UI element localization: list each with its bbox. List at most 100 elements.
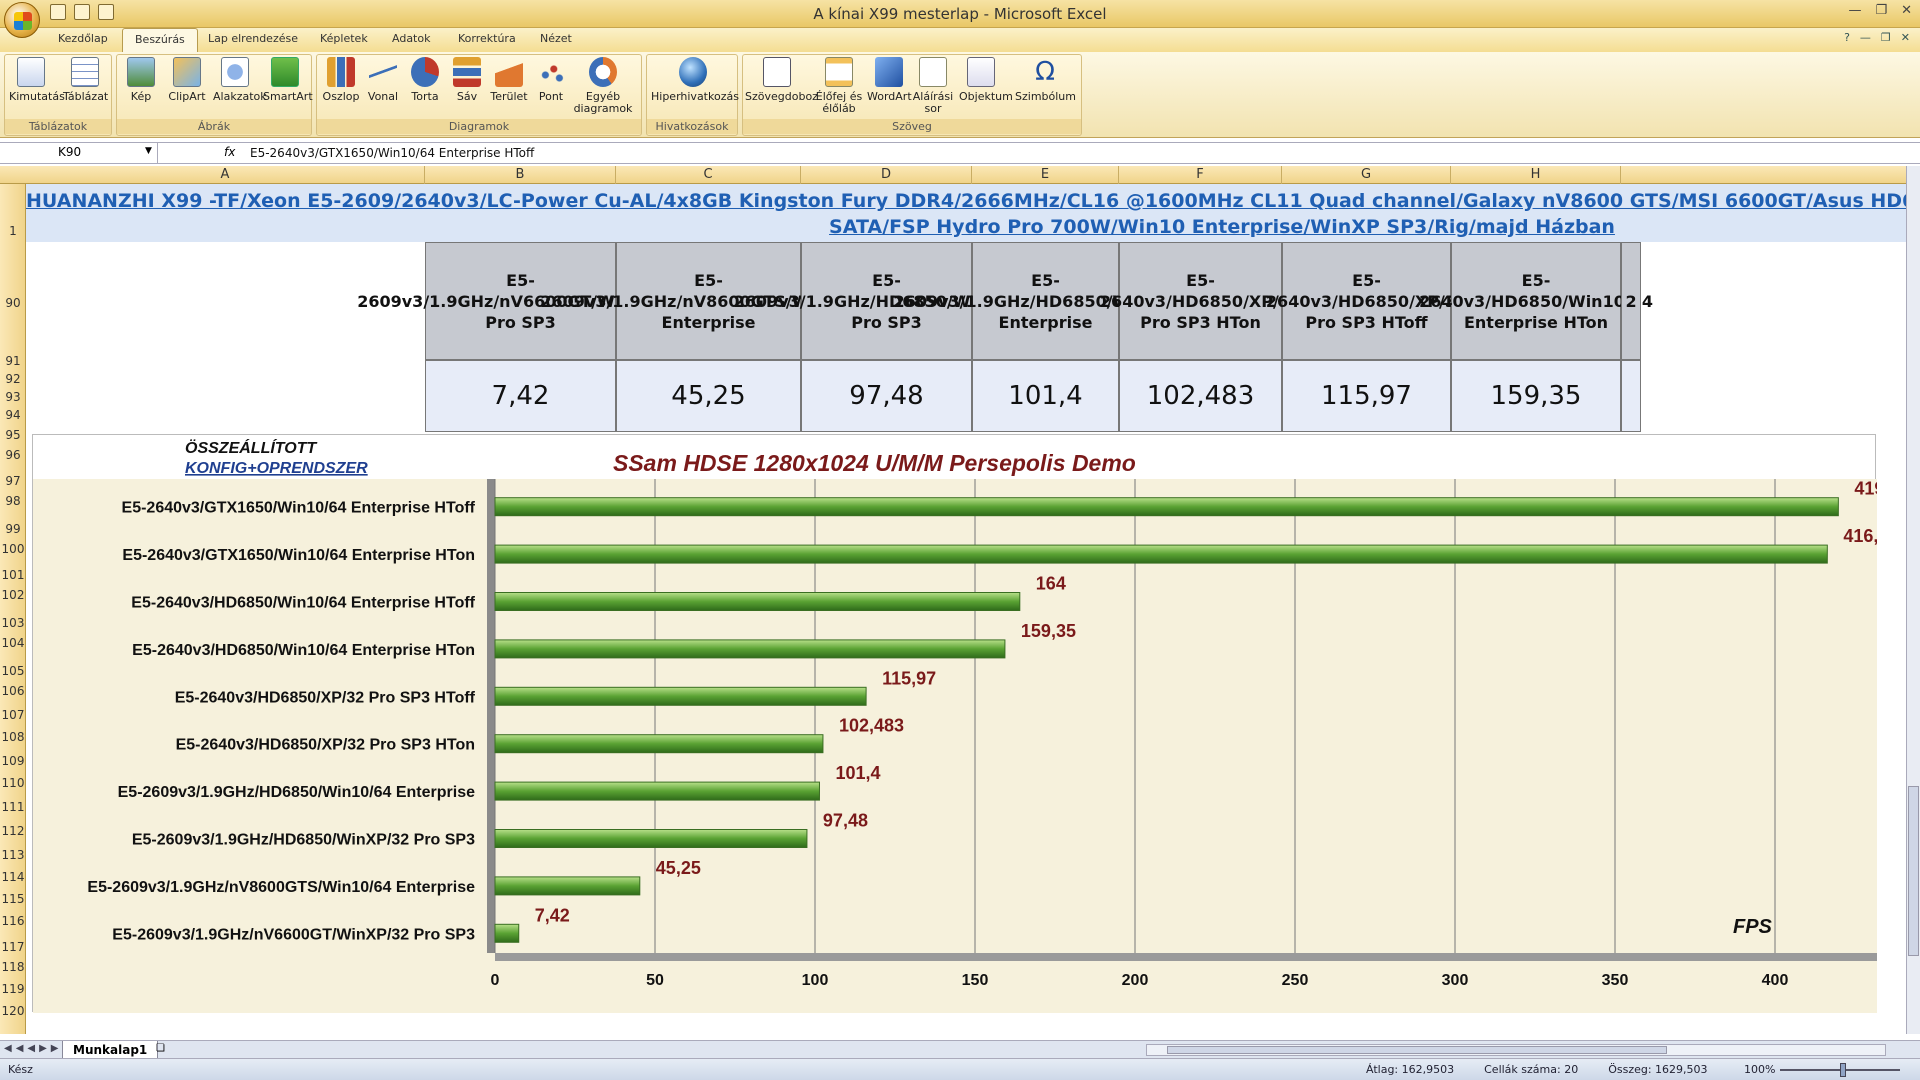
table-header-cell[interactable]: E5-2609v3/1.9GHz/HD6850/Win10/64 Enterpr…	[894, 242, 1197, 360]
column-header-d[interactable]: D	[801, 166, 972, 184]
zoom-level[interactable]: 100%	[1744, 1063, 1775, 1076]
row-header-102[interactable]: 102	[0, 588, 26, 602]
sheet-tab[interactable]: Munkalap1	[62, 1041, 159, 1059]
row-header-114[interactable]: 114	[0, 870, 26, 884]
row-header-93[interactable]: 93	[0, 390, 26, 404]
column-header-b[interactable]: B	[425, 166, 616, 184]
row-header-117[interactable]: 117	[0, 940, 26, 954]
ribbon-restore-icon[interactable]: ❐	[1881, 31, 1891, 44]
tab-home[interactable]: Kezdőlap	[58, 32, 108, 45]
header-footer-button[interactable]: Élőfej és élőláb	[813, 57, 865, 115]
worksheet-grid[interactable]: HUANANZHI X99 -TF/Xeon E5-2609/2640v3/LC…	[26, 184, 1906, 1034]
tab-insert[interactable]: Beszúrás	[122, 28, 198, 52]
row-header-109[interactable]: 109	[0, 754, 26, 768]
table-value-cell[interactable]: 7,42	[425, 360, 616, 432]
row-header-118[interactable]: 118	[0, 960, 26, 974]
horizontal-scroll-thumb[interactable]	[1167, 1046, 1667, 1054]
object-button[interactable]: Objektum	[959, 57, 1013, 103]
table-value-cell[interactable]: 102,483	[1119, 360, 1282, 432]
row-header-92[interactable]: 92	[0, 372, 26, 386]
table-header-cell[interactable]: 2	[1621, 242, 1641, 360]
close-icon[interactable]: ✕	[1901, 3, 1912, 18]
scatter-chart-button[interactable]: Pont	[529, 57, 573, 103]
table-value-cell[interactable]: 97,48	[801, 360, 972, 432]
help-icon[interactable]: ?	[1844, 31, 1850, 44]
column-header-g[interactable]: G	[1282, 166, 1451, 184]
vertical-scroll-thumb[interactable]	[1908, 786, 1919, 956]
signature-line-button[interactable]: Aláírási sor	[911, 57, 955, 115]
office-button[interactable]	[4, 2, 40, 38]
column-header-h[interactable]: H	[1451, 166, 1621, 184]
smartart-button[interactable]: SmartArt	[263, 57, 313, 103]
insert-sheet-icon[interactable]: ❏	[156, 1043, 165, 1054]
column-header-c[interactable]: C	[616, 166, 801, 184]
tab-formulas[interactable]: Képletek	[320, 32, 368, 45]
row-header-91[interactable]: 91	[0, 354, 26, 368]
table-button[interactable]: Táblázat	[63, 57, 108, 103]
line-chart-button[interactable]: Vonal	[361, 57, 405, 103]
name-box[interactable]: K90	[0, 143, 158, 163]
row-header-94[interactable]: 94	[0, 408, 26, 422]
table-value-cell[interactable]: 101,4	[972, 360, 1119, 432]
row-header-98[interactable]: 98	[0, 494, 26, 508]
bar-chart[interactable]: 050100150200250300350400450E5-2640v3/GTX…	[32, 434, 1877, 1013]
row-header-100[interactable]: 100	[0, 542, 26, 556]
row-header-112[interactable]: 112	[0, 824, 26, 838]
tab-data[interactable]: Adatok	[392, 32, 430, 45]
row-header-113[interactable]: 113	[0, 848, 26, 862]
sheet-title[interactable]: HUANANZHI X99 -TF/Xeon E5-2609/2640v3/LC…	[26, 184, 1906, 242]
row-header-106[interactable]: 106	[0, 684, 26, 698]
row-header-107[interactable]: 107	[0, 708, 26, 722]
picture-button[interactable]: Kép	[119, 57, 163, 103]
tab-view[interactable]: Nézet	[540, 32, 572, 45]
clipart-button[interactable]: ClipArt	[165, 57, 209, 103]
tab-review[interactable]: Korrektúra	[458, 32, 516, 45]
row-header-104[interactable]: 104	[0, 636, 26, 650]
column-header-e[interactable]: E	[972, 166, 1119, 184]
table-header-cell[interactable]: E5-2640v3/HD6850/Win10/64 Enterprise HTo…	[1419, 242, 1653, 360]
hyperlink-button[interactable]: Hiperhivatkozás	[651, 57, 739, 103]
fx-icon[interactable]: fx	[224, 145, 235, 159]
bar-chart-button[interactable]: Sáv	[445, 57, 489, 103]
table-header-cell[interactable]: E5-2640v3/HD6850/XP/32 Pro SP3 HTon	[1100, 242, 1301, 360]
horizontal-scrollbar[interactable]	[1146, 1044, 1886, 1056]
table-value-cell[interactable]: 45,25	[616, 360, 801, 432]
row-header-111[interactable]: 111	[0, 800, 26, 814]
other-charts-button[interactable]: Egyéb diagramok	[573, 57, 633, 115]
column-header-f[interactable]: F	[1119, 166, 1282, 184]
row-header-120[interactable]: 120	[0, 1004, 26, 1018]
row-header-115[interactable]: 115	[0, 892, 26, 906]
area-chart-button[interactable]: Terület	[487, 57, 531, 103]
row-header-99[interactable]: 99	[0, 522, 26, 536]
wordart-button[interactable]: WordArt	[867, 57, 912, 103]
row-header-119[interactable]: 119	[0, 982, 26, 996]
table-value-cell[interactable]	[1621, 360, 1641, 432]
minimize-icon[interactable]: —	[1848, 3, 1861, 18]
row-header-90[interactable]: 90	[0, 296, 26, 310]
row-header-95[interactable]: 95	[0, 428, 26, 442]
row-header-105[interactable]: 105	[0, 664, 26, 678]
row-header-1[interactable]: 1	[0, 224, 26, 238]
vertical-scrollbar[interactable]	[1906, 166, 1920, 1034]
workbook-close-icon[interactable]: ✕	[1901, 31, 1910, 44]
table-value-cell[interactable]: 115,97	[1282, 360, 1451, 432]
row-header-110[interactable]: 110	[0, 776, 26, 790]
row-header-108[interactable]: 108	[0, 730, 26, 744]
zoom-slider-knob[interactable]	[1840, 1063, 1846, 1077]
column-header-a[interactable]: A	[26, 166, 425, 184]
shapes-button[interactable]: Alakzatok	[213, 57, 267, 103]
maximize-icon[interactable]: ❐	[1875, 3, 1887, 18]
row-header-96[interactable]: 96	[0, 448, 26, 462]
name-box-dropdown-icon[interactable]: ▼	[145, 146, 152, 156]
tab-page-layout[interactable]: Lap elrendezése	[208, 32, 298, 45]
column-chart-button[interactable]: Oszlop	[319, 57, 363, 103]
row-header-103[interactable]: 103	[0, 616, 26, 630]
pivot-table-button[interactable]: Kimutatás	[9, 57, 65, 103]
pie-chart-button[interactable]: Torta	[403, 57, 447, 103]
row-header-97[interactable]: 97	[0, 474, 26, 488]
ribbon-minimize-icon[interactable]: —	[1860, 31, 1871, 44]
symbol-button[interactable]: Ω Szimbólum	[1015, 57, 1076, 103]
textbox-button[interactable]: Szövegdoboz	[745, 57, 818, 103]
row-header-101[interactable]: 101	[0, 568, 26, 582]
row-header-116[interactable]: 116	[0, 914, 26, 928]
